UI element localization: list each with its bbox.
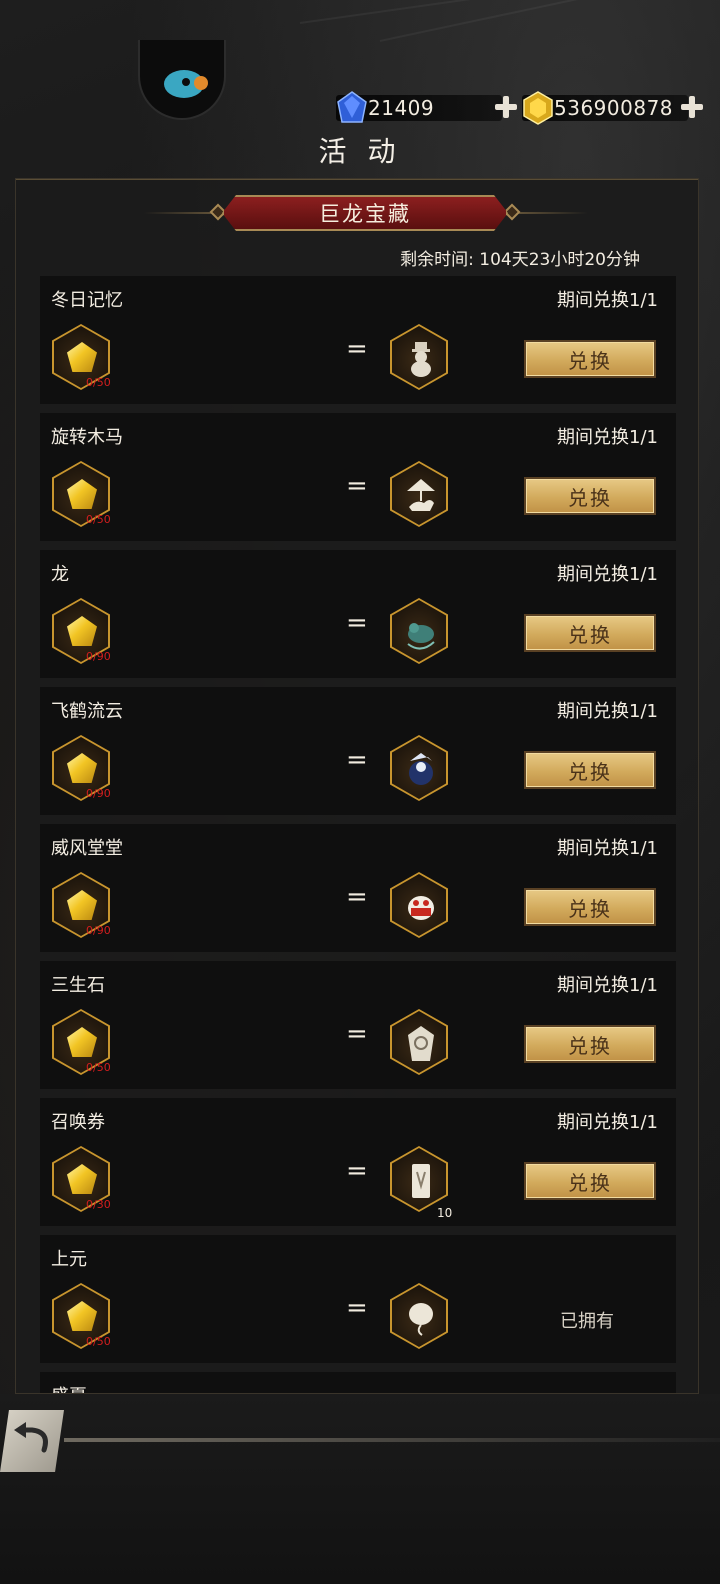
list-item: 冬日记忆 期间兑换1/1 0/50 = 兑换 — [40, 276, 676, 404]
list-item: 三生石 期间兑换1/1 0/50 = 兑换 — [40, 961, 676, 1089]
exchange-button[interactable]: 兑换 — [524, 751, 656, 789]
bottom-divider — [64, 1438, 720, 1442]
item-name: 召唤券 — [51, 1112, 105, 1133]
cost-count: 0/30 — [86, 1198, 111, 1211]
equals-sign: = — [346, 334, 368, 364]
back-button[interactable] — [0, 1410, 64, 1472]
reward-slot[interactable] — [390, 872, 448, 938]
gold-counter: 536900878 — [522, 91, 703, 125]
dragon-icon — [407, 623, 435, 650]
exchange-limit: 期间兑换1/1 — [557, 701, 658, 722]
gold-crystal-icon — [67, 342, 97, 372]
exchange-limit: 期间兑换1/1 — [557, 975, 658, 996]
equals-sign: = — [346, 1293, 368, 1323]
gold-crystal-icon — [67, 1027, 97, 1057]
list-item: 旋转木马 期间兑换1/1 0/50 = 兑换 — [40, 413, 676, 541]
carousel-horse-icon — [407, 479, 435, 511]
cost-count: 0/50 — [86, 1061, 111, 1074]
event-title-banner: 巨龙宝藏 — [222, 195, 508, 231]
avatar-eye — [182, 78, 190, 86]
crane-cloud-icon — [409, 753, 433, 785]
owned-status: 已拥有 — [560, 1311, 614, 1332]
reward-slot[interactable] — [390, 735, 448, 801]
blue-gem-icon — [337, 91, 367, 123]
lantern-icon — [409, 1303, 433, 1336]
equals-sign: = — [346, 471, 368, 501]
reward-slot[interactable] — [390, 1283, 448, 1349]
gold-crystal-icon — [67, 890, 97, 920]
list-item: 上元 0/50 = 已拥有 — [40, 1235, 676, 1363]
gold-crystal-icon — [67, 479, 97, 509]
snowman-statue-icon — [411, 342, 431, 377]
exchange-limit: 期间兑换1/1 — [557, 427, 658, 448]
item-name: 威风堂堂 — [51, 838, 123, 859]
exchange-limit: 期间兑换1/1 — [557, 290, 658, 311]
remaining-time: 剩余时间: 104天23小时20分钟 — [400, 250, 640, 270]
list-item: 龙 期间兑换1/1 0/90 = 兑换 — [40, 550, 676, 678]
list-item: 威风堂堂 期间兑换1/1 0/90 = 兑换 — [40, 824, 676, 952]
bottom-bar — [0, 1394, 720, 1584]
list-item: 盛夏 — [40, 1372, 676, 1393]
reward-quantity: 10 — [437, 1206, 453, 1220]
gold-gem-icon — [523, 91, 553, 125]
exchange-limit: 期间兑换1/1 — [557, 564, 658, 585]
equals-sign: = — [346, 1019, 368, 1049]
reward-slot[interactable] — [390, 461, 448, 527]
item-name: 冬日记忆 — [51, 290, 123, 311]
exchange-limit: 期间兑换1/1 — [557, 838, 658, 859]
exchange-button[interactable]: 兑换 — [524, 477, 656, 515]
summon-ticket-icon — [412, 1164, 430, 1198]
gold-crystal-icon — [67, 616, 97, 646]
equals-sign: = — [346, 1156, 368, 1186]
equals-sign: = — [346, 745, 368, 775]
item-name: 龙 — [51, 564, 69, 585]
diamond-counter: 21409 — [336, 91, 517, 124]
cost-count: 0/50 — [86, 376, 111, 389]
item-name: 盛夏 — [51, 1382, 87, 1393]
add-gold-button[interactable] — [680, 95, 704, 119]
exchange-button[interactable]: 兑换 — [524, 1025, 656, 1063]
exchange-limit: 期间兑换1/1 — [557, 1112, 658, 1133]
equals-sign: = — [346, 608, 368, 638]
stone-tablet-icon — [408, 1026, 434, 1061]
event-panel: 巨龙宝藏 剩余时间: 104天23小时20分钟 冬日记忆 期间兑换1/1 0/5… — [15, 178, 699, 1394]
reward-slot[interactable] — [390, 1146, 448, 1212]
exchange-button[interactable]: 兑换 — [524, 1162, 656, 1200]
back-arrow-icon — [14, 1422, 48, 1453]
add-diamond-button[interactable] — [494, 95, 518, 119]
cost-count: 0/50 — [86, 1335, 111, 1348]
gold-crystal-icon — [67, 1164, 97, 1194]
avatar-blob — [194, 76, 208, 90]
gold-crystal-icon — [67, 753, 97, 783]
page-title: 活 动 — [318, 135, 402, 168]
cost-count: 0/50 — [86, 513, 111, 526]
item-name: 上元 — [51, 1249, 87, 1270]
exchange-button[interactable]: 兑换 — [524, 888, 656, 926]
lion-dance-icon — [408, 896, 434, 920]
reward-slot[interactable] — [390, 1009, 448, 1075]
item-name: 三生石 — [51, 975, 105, 996]
reward-slot[interactable] — [390, 324, 448, 390]
item-name: 飞鹤流云 — [51, 701, 123, 722]
reward-slot[interactable] — [390, 598, 448, 664]
cost-count: 0/90 — [86, 650, 111, 663]
panel-top-border — [16, 179, 698, 180]
list-item: 飞鹤流云 期间兑换1/1 0/90 = 兑换 — [40, 687, 676, 815]
exchange-button[interactable]: 兑换 — [524, 340, 656, 378]
cost-count: 0/90 — [86, 924, 111, 937]
exchange-button[interactable]: 兑换 — [524, 614, 656, 652]
list-item: 召唤券 期间兑换1/1 0/30 = 10 兑换 — [40, 1098, 676, 1226]
cost-count: 0/90 — [86, 787, 111, 800]
gold-crystal-icon — [67, 1301, 97, 1331]
exchange-list[interactable]: 冬日记忆 期间兑换1/1 0/50 = 兑换 旋转木马 期间兑换1/1 0/50… — [40, 276, 676, 1393]
equals-sign: = — [346, 882, 368, 912]
item-name: 旋转木马 — [51, 427, 123, 448]
